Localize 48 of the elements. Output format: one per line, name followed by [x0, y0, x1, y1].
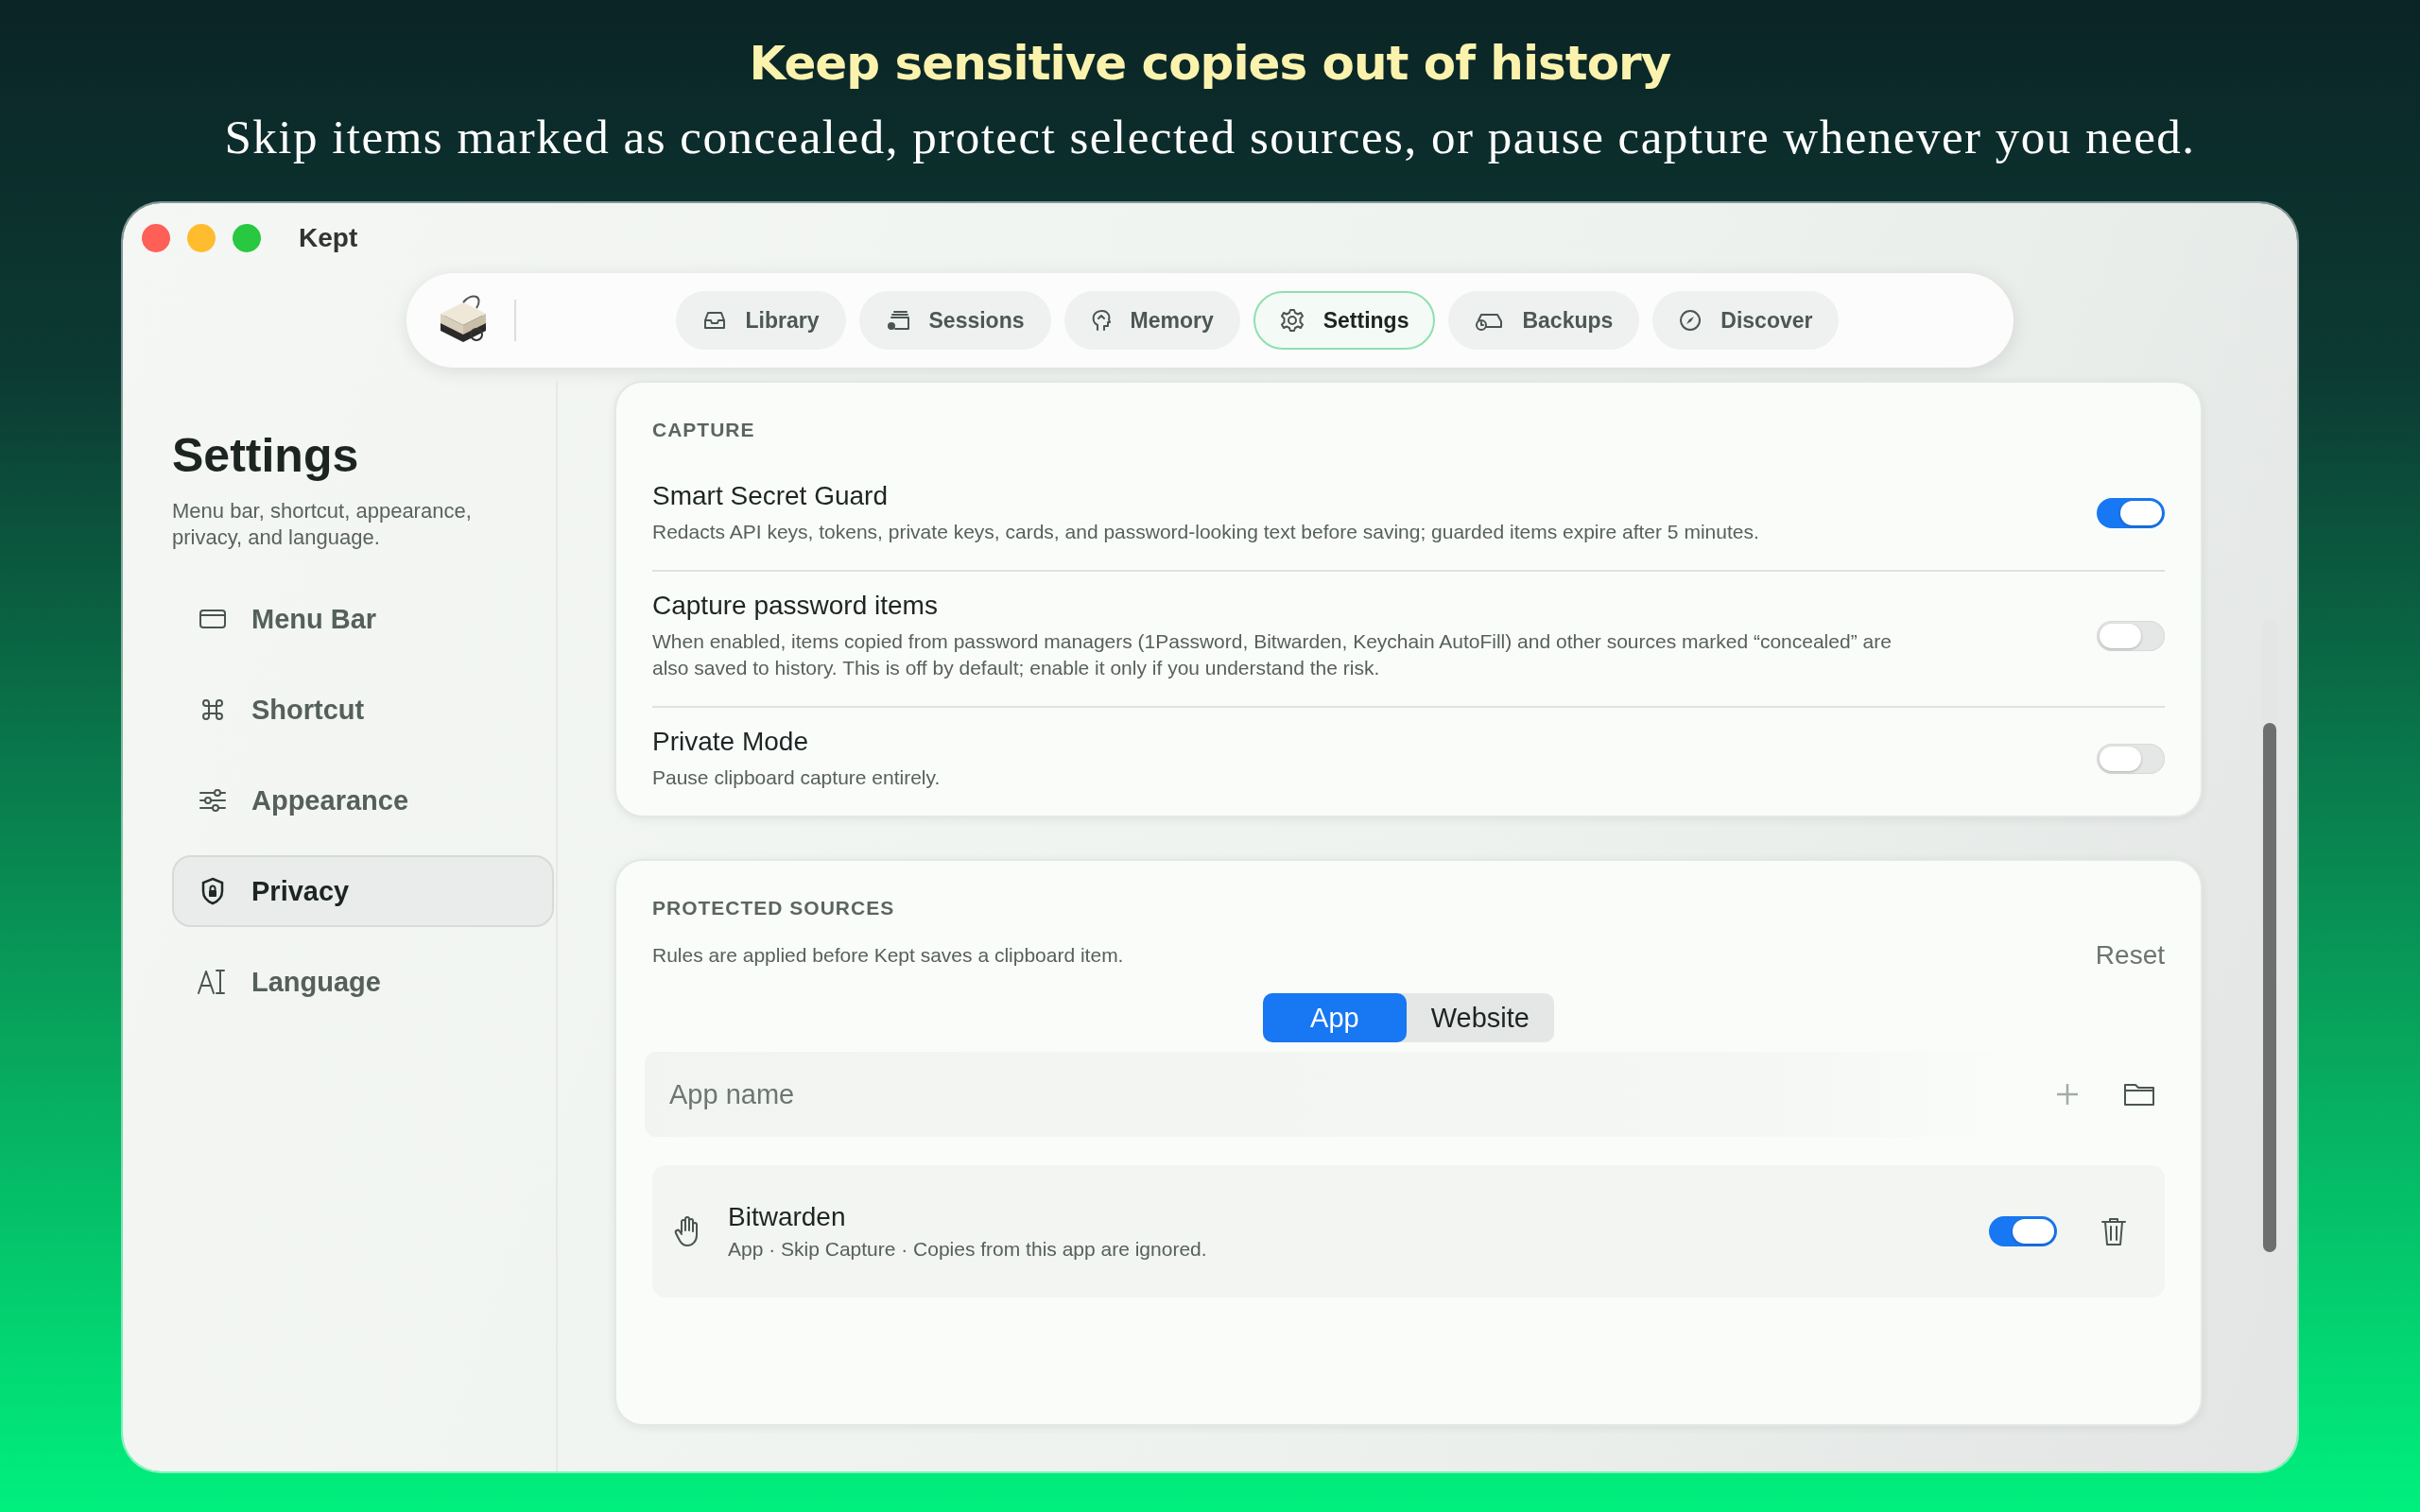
- reset-button[interactable]: Reset: [2095, 940, 2165, 971]
- window-title: Kept: [299, 223, 358, 253]
- setting-description: When enabled, items copied from password managers (1Password, Bitwarden, Keychain AutoFill) and other sources marked “concealed” are also saved to history. This is off by default; enable it only if you understand the risk.: [652, 629, 1893, 680]
- toggle-switch[interactable]: [2097, 621, 2165, 651]
- nav-tab[interactable]: Settings: [1253, 291, 1436, 350]
- setting-description: Pause clipboard capture entirely.: [652, 765, 942, 790]
- sidebar-item[interactable]: Appearance: [172, 765, 554, 836]
- settings-icon: [1279, 308, 1305, 333]
- window-icon: [197, 608, 229, 630]
- sidebar-item[interactable]: Language: [172, 946, 554, 1018]
- stack-icon: [885, 309, 910, 332]
- compass-icon: [1679, 309, 1703, 332]
- section-description: Rules are applied before Kept saves a clipboard item.: [652, 944, 1124, 967]
- head-icon: [1090, 309, 1112, 332]
- segment-button[interactable]: App: [1263, 993, 1407, 1042]
- section-heading: PROTECTED SOURCES: [652, 896, 896, 920]
- sliders-icon: [197, 788, 229, 813]
- sidebar-item[interactable]: Privacy: [172, 855, 554, 927]
- sidebar-item[interactable]: Shortcut: [172, 674, 554, 746]
- headline: Keep sensitive copies out of history: [749, 36, 1671, 91]
- nav-tab[interactable]: Library: [675, 291, 846, 350]
- section-heading: CAPTURE: [652, 418, 756, 442]
- close-button[interactable]: [142, 224, 170, 252]
- toggle-switch[interactable]: [2097, 744, 2165, 774]
- zoom-button[interactable]: [233, 224, 261, 252]
- scrollbar-thumb[interactable]: [2263, 723, 2276, 1252]
- nav-tab[interactable]: Sessions: [858, 291, 1051, 350]
- sidebar-subtitle: Menu bar, shortcut, appearance, privacy, and language.: [172, 498, 473, 551]
- nav-tab[interactable]: Memory: [1063, 291, 1240, 350]
- rule-name: Bitwarden: [728, 1202, 847, 1232]
- folder-icon: [2123, 1081, 2155, 1108]
- trash-icon: [2100, 1216, 2127, 1246]
- sidebar-title: Settings: [172, 428, 360, 483]
- nav-tab[interactable]: Discover: [1652, 291, 1840, 350]
- nav-tab[interactable]: Backups: [1448, 291, 1640, 350]
- setting-title: Private Mode: [652, 727, 809, 757]
- subheadline: Skip items marked as concealed, protect selected sources, or pause capture whenever you need.: [224, 110, 2196, 164]
- setting-title: Capture password items: [652, 591, 939, 621]
- toggle-switch[interactable]: [1989, 1216, 2057, 1246]
- sidebar-item[interactable]: Menu Bar: [172, 583, 554, 655]
- minimize-button[interactable]: [187, 224, 216, 252]
- setting-title: Smart Secret Guard: [652, 481, 889, 511]
- toggle-switch[interactable]: [2097, 498, 2165, 528]
- tray-icon: [701, 310, 727, 331]
- setting-description: Redacts API keys, tokens, private keys, cards, and password-looking text before saving; guarded items expire after 5 minutes.: [652, 520, 1760, 544]
- rule-detail: App · Skip Capture · Copies from this app are ignored.: [728, 1238, 1208, 1261]
- plus-icon: [2055, 1082, 2080, 1107]
- segment-button[interactable]: Website: [1406, 993, 1554, 1042]
